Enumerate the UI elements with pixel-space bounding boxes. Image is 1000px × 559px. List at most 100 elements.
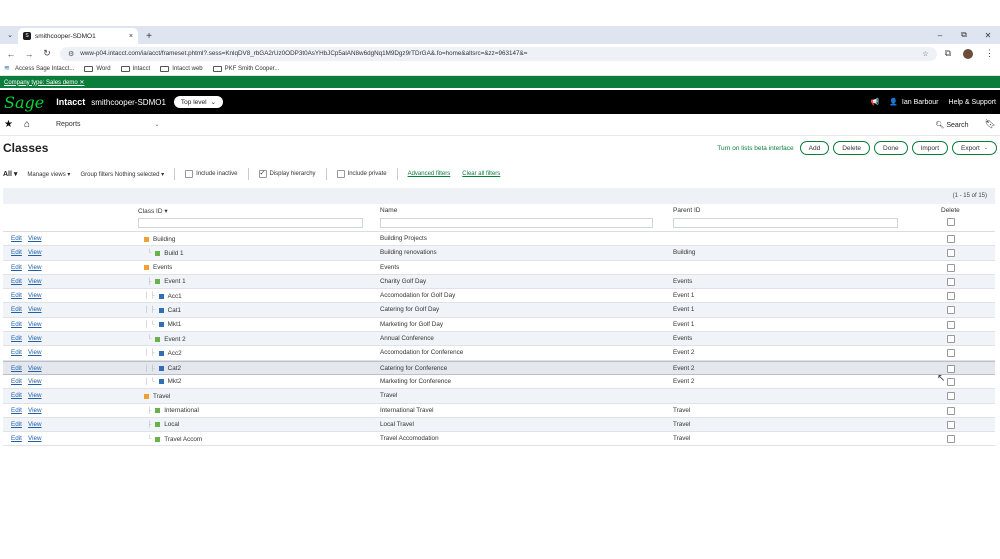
delete-checkbox[interactable] [947, 320, 955, 329]
edit-link[interactable]: Edit [11, 378, 22, 385]
delete-checkbox[interactable] [947, 277, 955, 286]
parent-id-filter-input[interactable] [673, 218, 898, 228]
parent-id-column-header[interactable]: Parent ID [673, 207, 700, 214]
edit-link[interactable]: Edit [11, 349, 22, 356]
home-icon[interactable]: ⌂ [24, 119, 38, 130]
advanced-filters-link[interactable]: Advanced filters [408, 171, 451, 177]
forward-arrow-icon[interactable]: → [24, 49, 34, 59]
search-button[interactable]: 🔍︎ Search [936, 121, 969, 129]
site-info-icon[interactable]: ⚙ [68, 50, 74, 58]
view-link[interactable]: View [28, 435, 42, 442]
bookmark-intacct-web[interactable]: Intacct web [160, 66, 203, 72]
edit-link[interactable]: Edit [11, 264, 22, 271]
view-link[interactable]: View [28, 235, 42, 242]
display-hierarchy-filter[interactable]: Display hierarchy [258, 169, 316, 178]
edit-link[interactable]: Edit [11, 306, 22, 313]
delete-checkbox[interactable] [947, 335, 955, 344]
edit-link[interactable]: Edit [11, 435, 22, 442]
edit-link[interactable]: Edit [11, 335, 22, 342]
delete-checkbox[interactable] [947, 392, 955, 401]
delete-checkbox[interactable] [947, 292, 955, 301]
close-window-icon[interactable]: ✕ [976, 26, 1000, 44]
clear-all-filters-link[interactable]: Clear all filters [462, 171, 500, 177]
table-row[interactable]: Edit View Events Events [3, 260, 995, 275]
reload-icon[interactable]: ↻ [42, 48, 52, 59]
include-private-checkbox[interactable] [336, 170, 345, 178]
profile-avatar[interactable] [963, 48, 973, 59]
bookmark-star-icon[interactable]: ☆ [922, 50, 928, 58]
chevron-down-icon[interactable]: ⌄ [155, 121, 160, 128]
delete-checkbox[interactable] [947, 364, 955, 373]
table-row[interactable]: Edit View └ Event 2 Annual Conference Events [3, 332, 995, 347]
bookmark-pkf[interactable]: PKF Smith Cooper... [212, 66, 279, 72]
bookmark-icon[interactable]: 🔖︎ [985, 119, 996, 130]
all-views-dropdown[interactable]: All ▾ [3, 170, 17, 178]
include-inactive-checkbox[interactable] [185, 170, 194, 178]
star-icon[interactable]: ★ [4, 119, 18, 130]
sage-logo[interactable]: Sage [4, 93, 44, 112]
beta-interface-link[interactable]: Turn on lists beta interface [717, 145, 793, 152]
table-row[interactable]: Edit View │ └ Mkt1 Marketing for Golf Day Eve… [3, 317, 995, 333]
table-row[interactable]: Edit View │ ├ Cat1 Catering for Golf Day Even… [3, 303, 995, 318]
table-row[interactable]: Edit View │ ├ Acc1 Accomodation for Golf Day… [3, 289, 995, 304]
export-button[interactable]: Export ⌄ [952, 141, 997, 155]
table-row[interactable]: Edit View ├ International International Trav… [3, 403, 995, 418]
view-link[interactable]: View [28, 264, 42, 271]
table-row[interactable]: Edit View ├ Local Local Travel Travel [3, 417, 995, 433]
table-row[interactable]: Edit View │ └ Mkt2 Marketing for Conference E… [3, 374, 995, 390]
restore-icon[interactable]: ⧉ [952, 26, 976, 44]
delete-checkbox[interactable] [947, 235, 955, 243]
view-link[interactable]: View [28, 365, 42, 372]
level-selector[interactable]: Top level ⌄ [173, 96, 224, 108]
reports-menu[interactable]: Reports [56, 121, 81, 128]
megaphone-icon[interactable]: 📢 [870, 98, 879, 106]
help-support-link[interactable]: Help & Support [949, 99, 996, 106]
view-link[interactable]: View [28, 392, 42, 399]
bookmark-word[interactable]: Word [84, 66, 111, 72]
browser-menu-icon[interactable]: ⋮ [985, 48, 994, 59]
delete-checkbox[interactable] [947, 420, 955, 429]
import-button[interactable]: Import [911, 141, 948, 155]
edit-link[interactable]: Edit [11, 392, 22, 399]
view-link[interactable]: View [28, 421, 42, 428]
user-menu[interactable]: 👤 Ian Barbour [889, 98, 938, 107]
class-id-column-header[interactable]: Class ID ▾ [138, 207, 168, 215]
select-all-delete-checkbox[interactable] [947, 218, 955, 226]
edit-link[interactable]: Edit [11, 407, 22, 414]
edit-link[interactable]: Edit [11, 421, 22, 428]
table-row[interactable]: Edit View ├ Event 1 Charity Golf Day Events [3, 274, 995, 290]
minimize-icon[interactable]: – [928, 26, 952, 44]
view-link[interactable]: View [28, 278, 42, 285]
name-filter-input[interactable] [380, 218, 653, 228]
delete-checkbox[interactable] [947, 249, 955, 258]
edit-link[interactable]: Edit [11, 249, 22, 256]
view-link[interactable]: View [28, 306, 42, 313]
company-type-link[interactable]: Company type: Sales demo ✕ [4, 79, 84, 86]
edit-link[interactable]: Edit [11, 278, 22, 285]
table-row[interactable]: Edit View │ ├ Cat2 Catering for Conference Ev… [3, 360, 995, 375]
delete-checkbox[interactable] [947, 349, 955, 358]
view-link[interactable]: View [28, 349, 42, 356]
name-column-header[interactable]: Name [380, 207, 397, 214]
view-link[interactable]: View [28, 407, 42, 414]
delete-checkbox[interactable] [947, 306, 955, 315]
extensions-icon[interactable]: ⧉ [945, 48, 951, 59]
delete-button[interactable]: Delete [833, 141, 871, 155]
back-arrow-icon[interactable]: ← [6, 49, 16, 59]
group-filters-dropdown[interactable]: Group filters Nothing selected ▾ [80, 171, 164, 178]
new-tab-button[interactable]: + [142, 28, 156, 44]
view-link[interactable]: View [28, 249, 42, 256]
manage-views-dropdown[interactable]: Manage views ▾ [27, 171, 70, 178]
table-row[interactable]: Edit View └ Build 1 Building renovations Buil… [3, 246, 995, 261]
table-row[interactable]: Edit View Travel Travel [3, 389, 995, 404]
table-row[interactable]: Edit View └ Travel Accom Travel Accomodation… [3, 432, 995, 447]
view-link[interactable]: View [28, 378, 42, 385]
view-link[interactable]: View [28, 292, 42, 299]
bookmark-access-sage[interactable]: ≋ Access Sage Intacct... [4, 65, 74, 72]
edit-link[interactable]: Edit [11, 292, 22, 299]
include-inactive-filter[interactable]: Include inactive [185, 170, 238, 178]
tab-close-icon[interactable]: × [129, 33, 133, 40]
done-button[interactable]: Done [874, 141, 908, 155]
class-id-filter-input[interactable] [138, 218, 363, 228]
include-private-filter[interactable]: Include private [336, 170, 387, 178]
